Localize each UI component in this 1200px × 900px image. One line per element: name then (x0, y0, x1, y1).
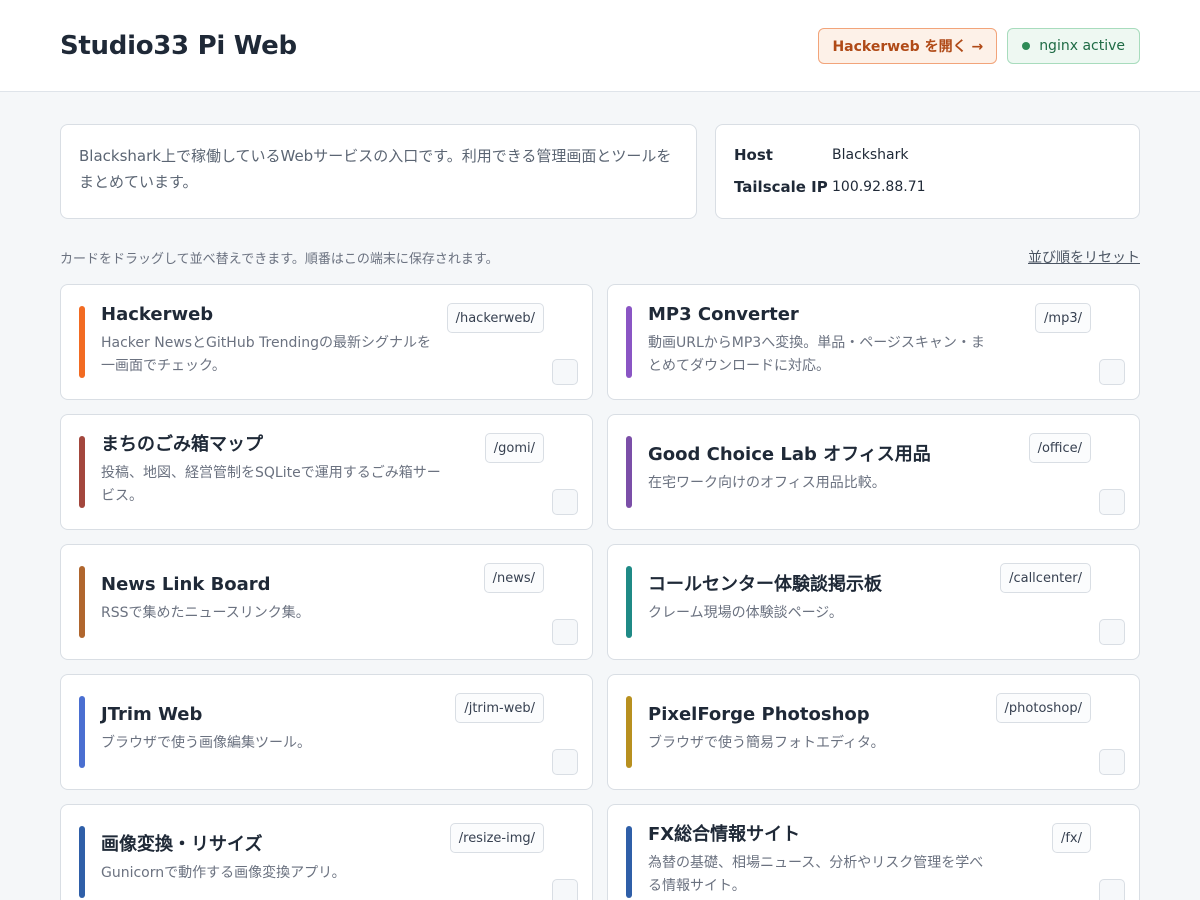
host-row: Host Blackshark (734, 139, 1121, 171)
card-path-tag[interactable]: /resize-img/ (449, 823, 544, 853)
card-text: MP3 Converter 動画URLからMP3へ変換。単品・ページスキャン・ま… (648, 303, 988, 378)
drag-handle[interactable] (1099, 489, 1125, 515)
card-title: News Link Board (101, 574, 271, 595)
card-accent-bar (626, 566, 632, 638)
card-path-tag[interactable]: /mp3/ (1035, 303, 1091, 333)
card-path-tag[interactable]: /callcenter/ (1000, 563, 1091, 593)
drag-handle[interactable] (1099, 359, 1125, 385)
card-accent-bar (626, 306, 632, 378)
card-path-tag[interactable]: /jtrim-web/ (455, 693, 544, 723)
card-path-tag[interactable]: /photoshop/ (995, 693, 1091, 723)
host-value: Blackshark (832, 147, 909, 163)
card-text: まちのごみ箱マップ 投稿、地図、経営管制をSQLiteで運用するごみ箱サービス。 (101, 433, 441, 508)
service-card[interactable]: Good Choice Lab オフィス用品 在宅ワーク向けのオフィス用品比較。… (607, 414, 1140, 530)
service-card[interactable]: News Link Board RSSで集めたニュースリンク集。 /news/ (60, 544, 593, 660)
service-card-grid: Hackerweb Hacker NewsとGitHub Trendingの最新… (60, 284, 1140, 900)
card-text: Hackerweb Hacker NewsとGitHub Trendingの最新… (101, 303, 441, 378)
service-card[interactable]: FX総合情報サイト 為替の基礎、相場ニュース、分析やリスク管理を学べる情報サイト… (607, 804, 1140, 900)
hint-row: カードをドラッグして並べ替えできます。順番はこの端末に保存されます。 並び順をリ… (60, 246, 1140, 268)
reset-order-link[interactable]: 並び順をリセット (1028, 247, 1140, 267)
ip-value: 100.92.88.71 (832, 179, 926, 195)
drag-handle[interactable] (1099, 749, 1125, 775)
card-title: MP3 Converter (648, 304, 799, 325)
card-title: まちのごみ箱マップ (101, 434, 263, 455)
open-hackerweb-button[interactable]: Hackerweb を開く → (818, 27, 998, 64)
card-path-tag[interactable]: /office/ (1028, 433, 1091, 463)
card-title: 画像変換・リサイズ (101, 834, 263, 855)
card-text: コールセンター体験談掲示板 クレーム現場の体験談ページ。 (648, 573, 988, 625)
host-info-panel: Host Blackshark Tailscale IP 100.92.88.7… (715, 124, 1140, 219)
card-text: News Link Board RSSで集めたニュースリンク集。 (101, 573, 441, 625)
card-accent-bar (79, 696, 85, 768)
card-description: ブラウザで使う画像編集ツール。 (101, 735, 311, 751)
card-description: 投稿、地図、経営管制をSQLiteで運用するごみ箱サービス。 (101, 465, 441, 504)
card-path-tag[interactable]: /gomi/ (484, 433, 544, 463)
drag-handle[interactable] (552, 619, 578, 645)
card-text: FX総合情報サイト 為替の基礎、相場ニュース、分析やリスク管理を学べる情報サイト… (648, 823, 988, 898)
main-content: Blackshark上で稼働しているWebサービスの入口です。利用できる管理画面… (0, 92, 1200, 900)
card-accent-bar (626, 436, 632, 508)
card-accent-bar (79, 436, 85, 508)
drag-handle[interactable] (552, 879, 578, 900)
card-title: FX総合情報サイト (648, 824, 801, 845)
card-title: PixelForge Photoshop (648, 704, 870, 725)
drag-handle[interactable] (552, 359, 578, 385)
info-row: Blackshark上で稼働しているWebサービスの入口です。利用できる管理画面… (60, 124, 1140, 219)
drag-handle[interactable] (1099, 879, 1125, 900)
service-card[interactable]: MP3 Converter 動画URLからMP3へ変換。単品・ページスキャン・ま… (607, 284, 1140, 400)
card-path-tag[interactable]: /news/ (483, 563, 544, 593)
drag-handle[interactable] (1099, 619, 1125, 645)
card-title: JTrim Web (101, 704, 203, 725)
intro-panel: Blackshark上で稼働しているWebサービスの入口です。利用できる管理画面… (60, 124, 697, 219)
card-text: Good Choice Lab オフィス用品 在宅ワーク向けのオフィス用品比較。 (648, 443, 988, 495)
nginx-status-badge: nginx active (1007, 27, 1140, 64)
service-card[interactable]: まちのごみ箱マップ 投稿、地図、経営管制をSQLiteで運用するごみ箱サービス。… (60, 414, 593, 530)
ip-row: Tailscale IP 100.92.88.71 (734, 171, 1121, 203)
drag-handle[interactable] (552, 489, 578, 515)
ip-key: Tailscale IP (734, 178, 828, 196)
card-description: クレーム現場の体験談ページ。 (648, 605, 843, 621)
status-label: nginx active (1039, 37, 1125, 54)
drag-handle[interactable] (552, 749, 578, 775)
card-accent-bar (79, 826, 85, 898)
card-accent-bar (626, 826, 632, 898)
card-accent-bar (626, 696, 632, 768)
card-description: 在宅ワーク向けのオフィス用品比較。 (648, 475, 886, 491)
status-dot-icon (1022, 41, 1031, 50)
card-description: Hacker NewsとGitHub Trendingの最新シグナルを一画面でチ… (101, 335, 431, 374)
card-text: PixelForge Photoshop ブラウザで使う簡易フォトエディタ。 (648, 703, 988, 755)
card-title: Good Choice Lab オフィス用品 (648, 444, 931, 465)
service-card[interactable]: 画像変換・リサイズ Gunicornで動作する画像変換アプリ。 /resize-… (60, 804, 593, 900)
card-description: Gunicornで動作する画像変換アプリ。 (101, 865, 346, 881)
page-title: Studio33 Pi Web (60, 30, 297, 61)
card-description: 動画URLからMP3へ変換。単品・ページスキャン・まとめてダウンロードに対応。 (648, 335, 985, 374)
service-card[interactable]: Hackerweb Hacker NewsとGitHub Trendingの最新… (60, 284, 593, 400)
card-description: RSSで集めたニュースリンク集。 (101, 605, 310, 621)
card-text: JTrim Web ブラウザで使う画像編集ツール。 (101, 703, 441, 755)
card-accent-bar (79, 566, 85, 638)
host-key: Host (734, 146, 773, 164)
drag-hint: カードをドラッグして並べ替えできます。順番はこの端末に保存されます。 (60, 251, 499, 267)
service-card[interactable]: PixelForge Photoshop ブラウザで使う簡易フォトエディタ。 /… (607, 674, 1140, 790)
card-path-tag[interactable]: /fx/ (1051, 823, 1091, 853)
card-accent-bar (79, 306, 85, 378)
header-actions: Hackerweb を開く → nginx active (818, 27, 1140, 64)
card-text: 画像変換・リサイズ Gunicornで動作する画像変換アプリ。 (101, 833, 441, 885)
card-description: ブラウザで使う簡易フォトエディタ。 (648, 735, 885, 751)
card-title: Hackerweb (101, 304, 214, 325)
app-header: Studio33 Pi Web Hackerweb を開く → nginx ac… (0, 0, 1200, 92)
card-title: コールセンター体験談掲示板 (648, 574, 882, 595)
service-card[interactable]: コールセンター体験談掲示板 クレーム現場の体験談ページ。 /callcenter… (607, 544, 1140, 660)
service-card[interactable]: JTrim Web ブラウザで使う画像編集ツール。 /jtrim-web/ (60, 674, 593, 790)
card-path-tag[interactable]: /hackerweb/ (446, 303, 544, 333)
card-description: 為替の基礎、相場ニュース、分析やリスク管理を学べる情報サイト。 (648, 855, 984, 894)
